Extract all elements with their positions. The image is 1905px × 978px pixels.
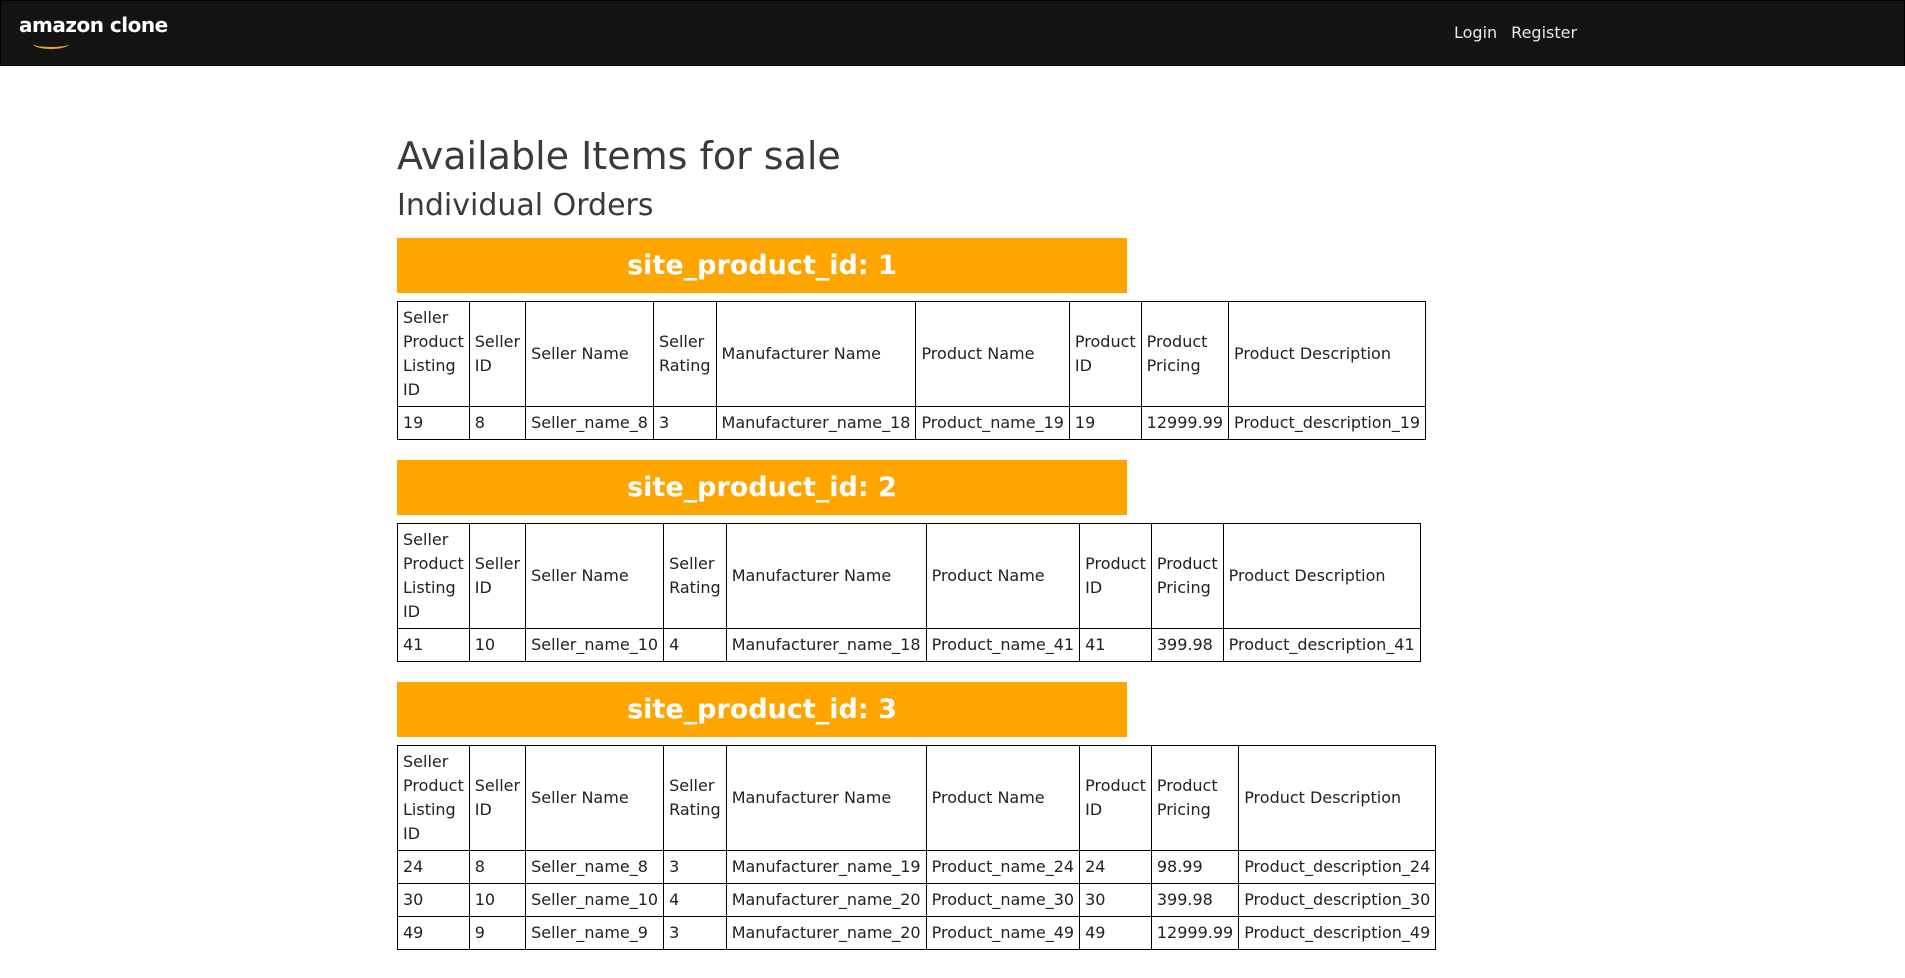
table-cell: Product_name_19 bbox=[915, 406, 1070, 440]
listings-table: Seller Product Listing ID Seller ID Seller… bbox=[397, 523, 1421, 662]
column-header: Product Description bbox=[1228, 301, 1427, 407]
column-header: Manufacturer Name bbox=[725, 523, 927, 629]
group-header: site_product_id: 2 bbox=[397, 460, 1127, 515]
table-cell: Seller_name_9 bbox=[525, 916, 665, 950]
login-link[interactable]: Login bbox=[1454, 23, 1497, 42]
column-header: Seller ID bbox=[468, 745, 527, 851]
column-header: Product Name bbox=[925, 745, 1081, 851]
column-header: Seller Rating bbox=[663, 745, 727, 851]
column-header: Manufacturer Name bbox=[725, 745, 927, 851]
table-cell: Seller_name_8 bbox=[525, 406, 654, 440]
table-cell: Manufacturer_name_18 bbox=[725, 628, 927, 662]
table-header-row: Seller Product Listing ID Seller ID Seller… bbox=[397, 745, 1437, 851]
table-cell: 399.98 bbox=[1150, 883, 1240, 917]
column-header: Product ID bbox=[1079, 745, 1152, 851]
table-row: 41 10 Seller_name_10 4 Manufacturer_name_18 P… bbox=[397, 628, 1421, 662]
column-header: Seller Product Listing ID bbox=[397, 301, 470, 407]
column-header: Product Pricing bbox=[1150, 745, 1240, 851]
table-cell: Seller_name_8 bbox=[525, 850, 665, 884]
table-row: 49 9 Seller_name_9 3 Manufacturer_name_20 Pro… bbox=[397, 916, 1437, 950]
column-header: Product ID bbox=[1068, 301, 1142, 407]
table-cell: 49 bbox=[1079, 916, 1152, 950]
table-cell: Product_name_49 bbox=[925, 916, 1081, 950]
table-cell: 24 bbox=[397, 850, 470, 884]
group-header: site_product_id: 3 bbox=[397, 682, 1127, 737]
table-cell: 9 bbox=[468, 916, 527, 950]
table-cell: Manufacturer_name_20 bbox=[725, 916, 927, 950]
page-subtitle: Individual Orders bbox=[397, 188, 654, 223]
register-link[interactable]: Register bbox=[1511, 23, 1577, 42]
navbar: amazon clone Login Register bbox=[0, 0, 1905, 66]
table-cell: Product_description_30 bbox=[1238, 883, 1437, 917]
table-cell: 30 bbox=[1079, 883, 1152, 917]
table-cell: Manufacturer_name_19 bbox=[725, 850, 927, 884]
column-header: Product ID bbox=[1079, 523, 1152, 629]
table-cell: 30 bbox=[397, 883, 470, 917]
column-header: Seller Name bbox=[525, 745, 665, 851]
table-cell: 19 bbox=[397, 406, 470, 440]
table-cell: 41 bbox=[397, 628, 470, 662]
table-cell: 399.98 bbox=[1150, 628, 1224, 662]
table-cell: 3 bbox=[663, 850, 727, 884]
product-groups: site_product_id: 1 Seller Product Listing… bbox=[397, 238, 1437, 950]
main-content: Available Items for sale Individual Orde… bbox=[397, 126, 1437, 970]
table-cell: 12999.99 bbox=[1140, 406, 1230, 440]
table-cell: 10 bbox=[468, 883, 527, 917]
table-cell: Seller_name_10 bbox=[525, 628, 665, 662]
column-header: Product Description bbox=[1238, 745, 1437, 851]
column-header: Seller ID bbox=[468, 523, 527, 629]
column-header: Seller Name bbox=[525, 523, 665, 629]
amazon-clone-logo[interactable]: amazon clone bbox=[19, 13, 168, 49]
listings-table: Seller Product Listing ID Seller ID Seller… bbox=[397, 301, 1427, 440]
table-cell: 8 bbox=[468, 406, 527, 440]
table-header-row: Seller Product Listing ID Seller ID Seller… bbox=[397, 301, 1427, 407]
table-cell: 98.99 bbox=[1150, 850, 1240, 884]
table-cell: 49 bbox=[397, 916, 470, 950]
table-row: 19 8 Seller_name_8 3 Manufacturer_name_18 Pro… bbox=[397, 406, 1427, 440]
table-cell: Product_description_41 bbox=[1222, 628, 1421, 662]
table-cell: Product_name_30 bbox=[925, 883, 1081, 917]
table-cell: Product_description_19 bbox=[1228, 406, 1427, 440]
page-title: Available Items for sale bbox=[397, 134, 841, 178]
table-cell: Product_name_41 bbox=[925, 628, 1081, 662]
nav-links: Login Register bbox=[1454, 23, 1577, 42]
column-header: Seller Name bbox=[525, 301, 654, 407]
column-header: Product Name bbox=[915, 301, 1070, 407]
column-header: Seller Product Listing ID bbox=[397, 745, 470, 851]
table-cell: 10 bbox=[468, 628, 527, 662]
table-cell: 8 bbox=[468, 850, 527, 884]
table-row: 30 10 Seller_name_10 4 Manufacturer_name_20 P… bbox=[397, 883, 1437, 917]
table-cell: Product_description_24 bbox=[1238, 850, 1437, 884]
column-header: Product Description bbox=[1222, 523, 1421, 629]
column-header: Product Pricing bbox=[1150, 523, 1224, 629]
table-cell: Manufacturer_name_20 bbox=[725, 883, 927, 917]
logo-smile-icon bbox=[33, 39, 69, 49]
group-header: site_product_id: 1 bbox=[397, 238, 1127, 293]
column-header: Seller Rating bbox=[663, 523, 727, 629]
table-cell: 4 bbox=[663, 628, 727, 662]
table-row: 24 8 Seller_name_8 3 Manufacturer_name_19 Pro… bbox=[397, 850, 1437, 884]
table-cell: 4 bbox=[663, 883, 727, 917]
table-cell: 3 bbox=[652, 406, 717, 440]
table-cell: Seller_name_10 bbox=[525, 883, 665, 917]
table-cell: 41 bbox=[1079, 628, 1152, 662]
table-cell: Product_name_24 bbox=[925, 850, 1081, 884]
column-header: Manufacturer Name bbox=[715, 301, 917, 407]
table-cell: 24 bbox=[1079, 850, 1152, 884]
column-header: Seller ID bbox=[468, 301, 527, 407]
table-cell: Product_description_49 bbox=[1238, 916, 1437, 950]
column-header: Seller Rating bbox=[652, 301, 717, 407]
column-header: Product Name bbox=[925, 523, 1081, 629]
column-header: Product Pricing bbox=[1140, 301, 1230, 407]
listings-table: Seller Product Listing ID Seller ID Seller… bbox=[397, 745, 1437, 950]
table-cell: 19 bbox=[1068, 406, 1142, 440]
column-header: Seller Product Listing ID bbox=[397, 523, 470, 629]
table-cell: 3 bbox=[663, 916, 727, 950]
table-header-row: Seller Product Listing ID Seller ID Seller… bbox=[397, 523, 1421, 629]
table-cell: 12999.99 bbox=[1150, 916, 1240, 950]
table-cell: Manufacturer_name_18 bbox=[715, 406, 917, 440]
logo-text: amazon clone bbox=[19, 13, 168, 37]
